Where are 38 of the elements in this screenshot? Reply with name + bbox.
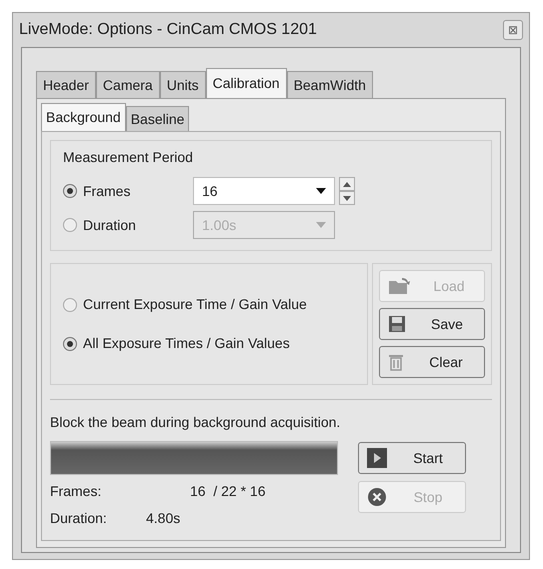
group-title: Measurement Period [63, 148, 194, 167]
dropdown-field[interactable]: 16 [193, 177, 335, 205]
window-title: LiveMode: Options - CinCam CMOS 1201 [19, 20, 317, 40]
radio-label: Duration [83, 216, 136, 234]
tab[interactable]: Camera [96, 71, 160, 98]
radio-button[interactable] [63, 184, 77, 198]
tab[interactable]: Units [160, 71, 206, 98]
radio-button[interactable] [63, 336, 77, 350]
dropdown-value: 1.00s [202, 216, 236, 234]
start-button[interactable]: Start [358, 442, 466, 474]
tab[interactable]: Baseline [126, 106, 190, 131]
radio-label: Current Exposure Time / Gain Value [83, 295, 307, 314]
folder-icon [388, 277, 410, 295]
radio-label: Frames [83, 182, 130, 200]
up-arrow-icon [343, 182, 351, 186]
tab[interactable]: Background [41, 103, 126, 131]
radio-button[interactable] [63, 298, 77, 312]
play-icon [367, 448, 387, 468]
stop-icon [367, 487, 387, 507]
clear-button[interactable]: Clear [379, 346, 485, 378]
frames-value: 16 / 22 * 16 [190, 482, 266, 501]
save-button[interactable]: Save [379, 308, 485, 340]
close-button[interactable]: ⊠ [503, 20, 523, 40]
duration-value: 4.80s [146, 509, 180, 528]
tab[interactable]: BeamWidth [286, 71, 373, 98]
down-arrow-icon [343, 196, 351, 200]
hint-text: Block the beam during background acquisition. [50, 413, 342, 432]
dropdown-arrow-icon [316, 222, 326, 228]
radio-label: All Exposure Times / Gain Values [83, 334, 290, 353]
spin-down-button[interactable] [339, 191, 355, 205]
frames-label: Frames: [50, 482, 102, 501]
trash-can-icon [388, 353, 404, 371]
spin-up-button[interactable] [339, 177, 355, 191]
tab[interactable]: Header [36, 71, 96, 98]
tab[interactable]: Calibration [206, 68, 287, 98]
dropdown-arrow-icon [316, 188, 326, 194]
dropdown-value: 16 [202, 182, 218, 200]
duration-label: Duration: [50, 509, 108, 528]
